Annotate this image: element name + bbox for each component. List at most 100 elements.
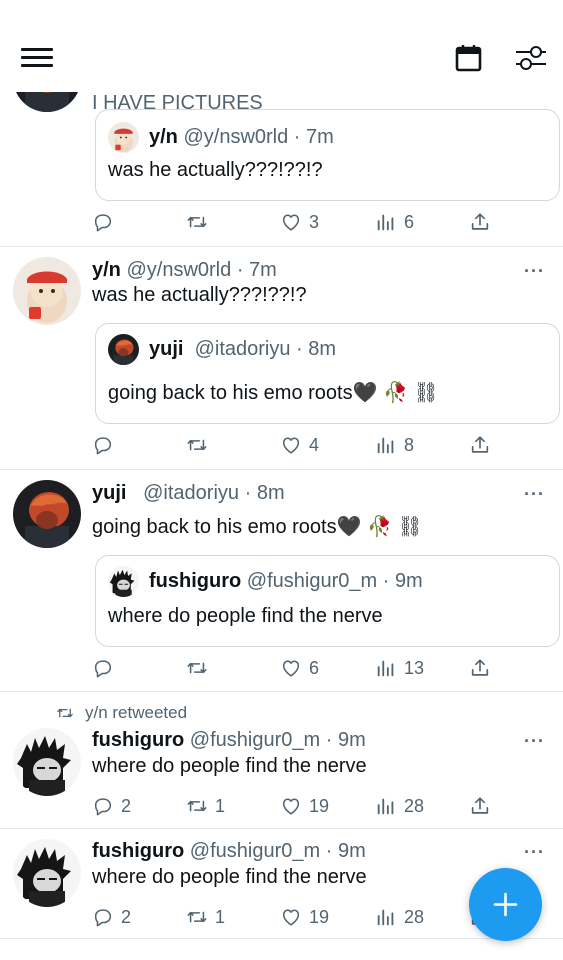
more-options-icon[interactable]: ··· xyxy=(524,731,545,752)
like-button[interactable]: 6 xyxy=(280,657,319,679)
avatar[interactable] xyxy=(13,839,81,907)
quote-name: fushiguro xyxy=(149,570,242,592)
author-handle: @fushigur0_m xyxy=(189,840,321,862)
tweet[interactable]: yuji @itadoriyu · 8m ··· going back to h… xyxy=(0,470,563,692)
like-button[interactable]: 3 xyxy=(280,211,319,233)
timeline-feed: I HAVE PICTURES y/n @y/nsw0rld · 7m was … xyxy=(0,92,563,939)
retweet-button[interactable] xyxy=(186,657,215,679)
avatar xyxy=(108,122,139,153)
share-icon xyxy=(469,795,491,817)
heart-icon xyxy=(280,906,302,928)
reply-button[interactable] xyxy=(92,657,121,679)
reply-button[interactable] xyxy=(92,211,121,233)
bar-chart-icon xyxy=(375,657,397,679)
tweet-actions: 4 8 xyxy=(92,434,492,460)
share-icon xyxy=(469,657,491,679)
avatar xyxy=(108,566,139,597)
avatar[interactable] xyxy=(13,480,81,548)
tweet-actions: 6 13 xyxy=(92,657,492,683)
quote-handle: @fushigur0_m xyxy=(246,570,378,592)
tweet-text: going back to his emo roots🖤 🥀 ⛓ xyxy=(92,516,423,538)
share-button[interactable] xyxy=(469,434,498,456)
views-button[interactable]: 13 xyxy=(375,657,424,679)
views-button[interactable]: 28 xyxy=(375,906,424,928)
retweeted-by-label: y/n retweeted xyxy=(54,703,187,723)
share-button[interactable] xyxy=(469,211,498,233)
heart-icon xyxy=(280,434,302,456)
quote-time: 7m xyxy=(306,126,334,148)
retweet-icon xyxy=(186,434,208,456)
tweet[interactable]: y/n retweeted fushiguro @fushigur0_m · 9… xyxy=(0,692,563,829)
quote-time: 9m xyxy=(394,570,423,592)
like-button[interactable]: 19 xyxy=(280,795,329,817)
quote-tweet[interactable]: yuji @itadoriyu · 8m going back to his e… xyxy=(95,323,560,424)
share-button[interactable] xyxy=(469,657,498,679)
quote-name: yuji xyxy=(149,338,184,360)
tweet[interactable]: I HAVE PICTURES y/n @y/nsw0rld · 7m was … xyxy=(0,72,563,247)
tweet-text: where do people find the nerve xyxy=(92,866,367,888)
avatar[interactable] xyxy=(13,257,81,325)
reply-button[interactable]: 2 xyxy=(92,906,131,928)
tweet-time: 7m xyxy=(249,259,277,281)
quote-handle: @itadoriyu xyxy=(194,338,291,360)
retweet-icon xyxy=(54,704,76,722)
author-handle: @itadoriyu xyxy=(143,482,240,504)
heart-icon xyxy=(280,795,302,817)
retweet-icon xyxy=(186,657,208,679)
like-button[interactable]: 19 xyxy=(280,906,329,928)
share-button[interactable] xyxy=(469,795,498,817)
tweet-time: 8m xyxy=(256,482,285,504)
retweet-button[interactable] xyxy=(186,434,215,456)
retweet-button[interactable] xyxy=(186,211,215,233)
more-options-icon[interactable]: ··· xyxy=(524,484,545,505)
quote-text: where do people find the nerve xyxy=(108,605,383,627)
bar-chart-icon xyxy=(375,434,397,456)
reply-icon xyxy=(92,211,114,233)
views-button[interactable]: 8 xyxy=(375,434,414,456)
views-button[interactable]: 6 xyxy=(375,211,414,233)
author-handle: @y/nsw0rld xyxy=(126,259,232,281)
sliders-icon[interactable] xyxy=(515,45,547,71)
retweet-button[interactable]: 1 xyxy=(186,906,225,928)
bar-chart-icon xyxy=(375,795,397,817)
reply-button[interactable]: 2 xyxy=(92,795,131,817)
retweet-icon xyxy=(186,906,208,928)
reply-icon xyxy=(92,906,114,928)
tweet-time: 9m xyxy=(337,840,366,862)
like-button[interactable]: 4 xyxy=(280,434,319,456)
avatar[interactable] xyxy=(13,728,81,796)
quote-time: 8m xyxy=(308,338,337,360)
quote-text: was he actually???!??!? xyxy=(108,159,323,181)
quote-name: y/n xyxy=(149,126,178,148)
author-name: y/n xyxy=(92,259,121,281)
more-options-icon[interactable]: ··· xyxy=(524,261,545,282)
tweet-actions: 2 1 19 28 xyxy=(92,795,492,821)
views-button[interactable]: 28 xyxy=(375,795,424,817)
retweet-icon xyxy=(186,211,208,233)
calendar-icon[interactable] xyxy=(455,44,482,72)
tweet[interactable]: y/n @y/nsw0rld · 7m ··· was he actually?… xyxy=(0,247,563,470)
tweet-text: where do people find the nerve xyxy=(92,755,367,777)
retweet-icon xyxy=(186,795,208,817)
quote-tweet[interactable]: y/n @y/nsw0rld · 7m was he actually???!?… xyxy=(95,109,560,201)
share-icon xyxy=(469,434,491,456)
heart-icon xyxy=(280,211,302,233)
hamburger-menu-icon[interactable] xyxy=(21,48,53,70)
more-options-icon[interactable]: ··· xyxy=(524,842,545,863)
tweet-actions: 2 1 19 28 xyxy=(92,906,492,932)
top-bar xyxy=(0,0,563,92)
avatar xyxy=(108,334,139,365)
tweet-time: 9m xyxy=(337,729,366,751)
heart-icon xyxy=(280,657,302,679)
retweet-button[interactable]: 1 xyxy=(186,795,225,817)
author-name: yuji xyxy=(92,482,127,504)
author-handle: @fushigur0_m xyxy=(189,729,321,751)
quote-handle: @y/nsw0rld xyxy=(183,126,289,148)
bar-chart-icon xyxy=(375,211,397,233)
tweet-actions: 3 6 xyxy=(92,211,492,237)
quote-text: going back to his emo roots🖤 🥀 ⛓ xyxy=(108,382,439,404)
quote-tweet[interactable]: fushiguro @fushigur0_m · 9m where do peo… xyxy=(95,555,560,647)
compose-tweet-button[interactable] xyxy=(469,868,542,941)
reply-button[interactable] xyxy=(92,434,121,456)
plus-icon xyxy=(493,892,518,917)
